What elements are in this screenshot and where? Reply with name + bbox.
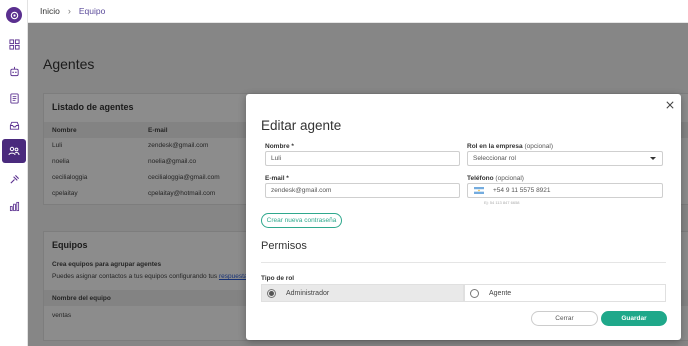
role-option-agent-label: Agente [489,289,512,297]
create-password-button[interactable]: Crear nueva contraseña [261,213,342,228]
role-option-agent[interactable]: Agente [464,284,666,302]
bot-icon[interactable] [8,65,20,77]
chevron-down-icon [650,157,656,160]
role-option-admin[interactable]: Administrador [261,284,464,302]
breadcrumb-current: Equipo [78,6,106,16]
integrations-icon[interactable] [8,173,20,185]
stats-icon[interactable] [8,200,20,212]
role-field-label: Rol en la empresa (opcional) [467,143,553,150]
save-button[interactable]: Guardar [601,311,667,326]
divider [261,262,666,263]
name-label: Nombre * [265,143,294,150]
role-option-admin-label: Administrador [286,289,330,297]
role-optional: (opcional) [524,143,553,150]
close-icon[interactable] [665,100,675,110]
argentina-flag-icon[interactable] [474,187,484,194]
role-select-value: Seleccionar rol [473,155,516,162]
phone-label: Teléfono (opcional) [467,175,524,182]
team-icon[interactable] [2,139,26,163]
phone-hint: Ej: 54 113 847 6658 [484,200,520,205]
role-type-label: Tipo de rol [261,275,295,282]
cancel-button[interactable]: Cerrar [531,311,598,326]
role-field-label-text: Rol en la empresa [467,143,523,150]
email-field[interactable]: zendesk@gmail.com [265,183,460,198]
role-select[interactable]: Seleccionar rol [467,151,663,166]
breadcrumb: Inicio › Equipo [28,0,688,23]
breadcrumb-home[interactable]: Inicio [40,6,60,16]
edit-agent-modal: Editar agente Nombre * Luli Rol en la em… [246,94,681,340]
name-label-text: Nombre * [265,143,294,150]
email-value: zendesk@gmail.com [271,187,332,194]
email-label-text: E-mail * [265,175,289,182]
radio-admin[interactable] [267,288,276,298]
name-field[interactable]: Luli [265,151,460,166]
email-label: E-mail * [265,175,289,182]
inbox-icon[interactable] [8,119,20,131]
sidebar [0,0,28,346]
phone-value: +54 9 11 5575 8921 [493,187,551,194]
phone-optional: (opcional) [495,175,524,182]
radio-agent[interactable] [470,288,479,298]
phone-field[interactable]: +54 9 11 5575 8921 [467,183,663,198]
permissions-title: Permisos [261,240,307,252]
name-value: Luli [271,155,282,162]
brand-logo-icon[interactable] [6,7,22,23]
chevron-right-icon: › [67,6,71,16]
modal-title: Editar agente [261,118,342,133]
document-icon[interactable] [8,92,20,104]
dashboard-icon[interactable] [8,38,20,50]
phone-label-text: Teléfono [467,175,494,182]
